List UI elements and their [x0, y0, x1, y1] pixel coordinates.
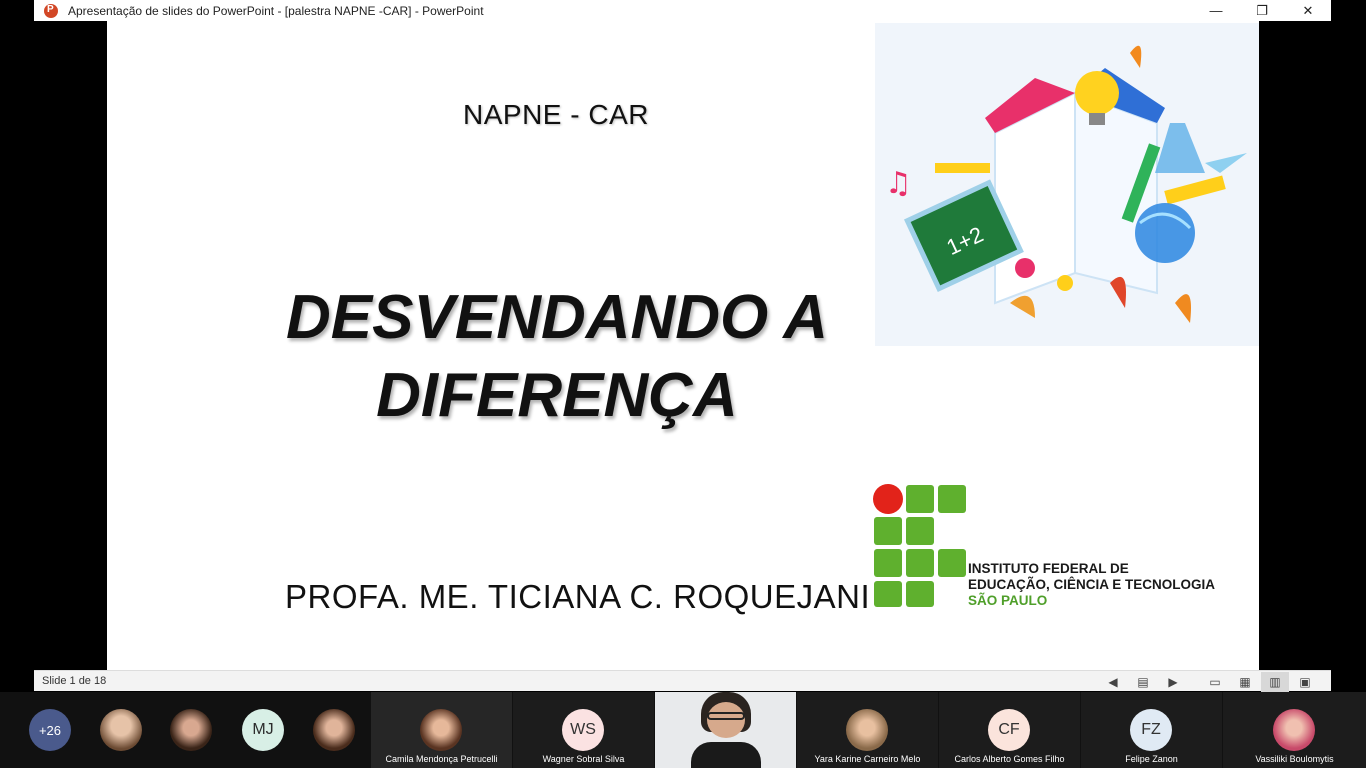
minimize-button[interactable]: —	[1193, 0, 1239, 21]
participant-avatar	[846, 709, 888, 751]
education-artwork: 1+2 ♫	[875, 23, 1259, 346]
participant-avatar	[1273, 709, 1315, 751]
window-controls: — ❐ ✕	[1193, 0, 1331, 21]
participant-avatar: MJ	[242, 709, 284, 751]
participant-name: Yara Karine Carneiro Melo	[814, 754, 921, 764]
screen: Apresentação de slides do PowerPoint - […	[0, 0, 1366, 768]
slide-title-line2: DIFERENÇA	[376, 361, 738, 430]
active-video-tile[interactable]	[655, 692, 796, 768]
participant-strip: +26 MJ Camila Mendonça Petrucelli WS Wag…	[0, 692, 1366, 768]
participant-avatar: WS	[562, 709, 604, 751]
participant-avatar	[170, 709, 212, 751]
participant-avatar	[100, 709, 142, 751]
participant-tile-yara[interactable]: Yara Karine Carneiro Melo	[797, 692, 938, 768]
slide[interactable]: NAPNE - CAR DESVENDANDO A DIFERENÇA PROF…	[107, 21, 1259, 670]
participant-tile-wagner[interactable]: WS Wagner Sobral Silva	[513, 692, 654, 768]
svg-text:♫: ♫	[885, 166, 912, 201]
window-title: Apresentação de slides do PowerPoint - […	[68, 3, 484, 18]
participant-tile-carlos[interactable]: CF Carlos Alberto Gomes Filho	[939, 692, 1080, 768]
more-participants-tile[interactable]: +26	[20, 692, 80, 768]
participant-name: Felipe Zanon	[1125, 754, 1178, 764]
participant-tile[interactable]	[90, 692, 152, 768]
restore-button[interactable]: ❐	[1239, 0, 1285, 21]
next-slide-icon[interactable]: ▶	[1159, 672, 1187, 692]
institute-name: INSTITUTO FEDERAL DE EDUCAÇÃO, CIÊNCIA E…	[968, 561, 1215, 609]
participant-name: Camila Mendonça Petrucelli	[385, 754, 498, 764]
slide-heading: NAPNE - CAR	[463, 99, 649, 130]
participant-tile-mj[interactable]: MJ	[232, 692, 294, 768]
participant-tile[interactable]	[303, 692, 365, 768]
participant-tile-felipe[interactable]: FZ Felipe Zanon	[1081, 692, 1222, 768]
participant-name: Vassiliki Boulomytis	[1255, 754, 1334, 764]
previous-slide-icon[interactable]: ◀	[1099, 672, 1127, 692]
slide-show-area: NAPNE - CAR DESVENDANDO A DIFERENÇA PROF…	[34, 21, 1331, 670]
speaker-shirt	[691, 742, 761, 768]
slide-menu-icon[interactable]: ▤	[1129, 672, 1157, 692]
slide-sorter-icon[interactable]: ▦	[1231, 672, 1259, 692]
participant-name: Wagner Sobral Silva	[542, 754, 625, 764]
participant-avatar	[420, 709, 462, 751]
slideshow-statusbar: Slide 1 de 18 ◀ ▤ ▶ ▭ ▦ ▥ ▣	[34, 670, 1331, 692]
participant-tile-camila[interactable]: Camila Mendonça Petrucelli	[371, 692, 512, 768]
speaker-glasses	[707, 712, 745, 720]
slide-title-line1: DESVENDANDO A	[286, 283, 828, 352]
institute-line2: EDUCAÇÃO, CIÊNCIA E TECNOLOGIA	[968, 577, 1216, 592]
participant-avatar	[313, 709, 355, 751]
participant-tile[interactable]	[160, 692, 222, 768]
if-logo	[873, 484, 966, 607]
slideshow-view-icon[interactable]: ▣	[1291, 672, 1319, 692]
participant-avatar: CF	[988, 709, 1030, 751]
participant-name: Carlos Alberto Gomes Filho	[954, 754, 1065, 764]
institute-line1: INSTITUTO FEDERAL DE	[968, 561, 1129, 576]
institute-line3: SÃO PAULO	[968, 593, 1048, 608]
slide-counter: Slide 1 de 18	[42, 675, 107, 687]
powerpoint-titlebar: Apresentação de slides do PowerPoint - […	[34, 0, 1331, 21]
reading-view-icon[interactable]: ▥	[1261, 671, 1289, 692]
speaker-face	[707, 702, 745, 738]
participant-tile-vassiliki[interactable]: Vassiliki Boulomytis	[1223, 692, 1366, 768]
slide-title: DESVENDANDO A DIFERENÇA	[257, 279, 857, 435]
close-button[interactable]: ✕	[1285, 0, 1331, 21]
status-icons: ◀ ▤ ▶ ▭ ▦ ▥ ▣	[1097, 671, 1319, 692]
powerpoint-app-icon	[44, 3, 58, 18]
normal-view-icon[interactable]: ▭	[1201, 672, 1229, 692]
participant-avatar: FZ	[1130, 709, 1172, 751]
slide-author: PROFA. ME. TICIANA C. ROQUEJANI	[285, 578, 871, 615]
more-participants-badge: +26	[29, 709, 71, 751]
